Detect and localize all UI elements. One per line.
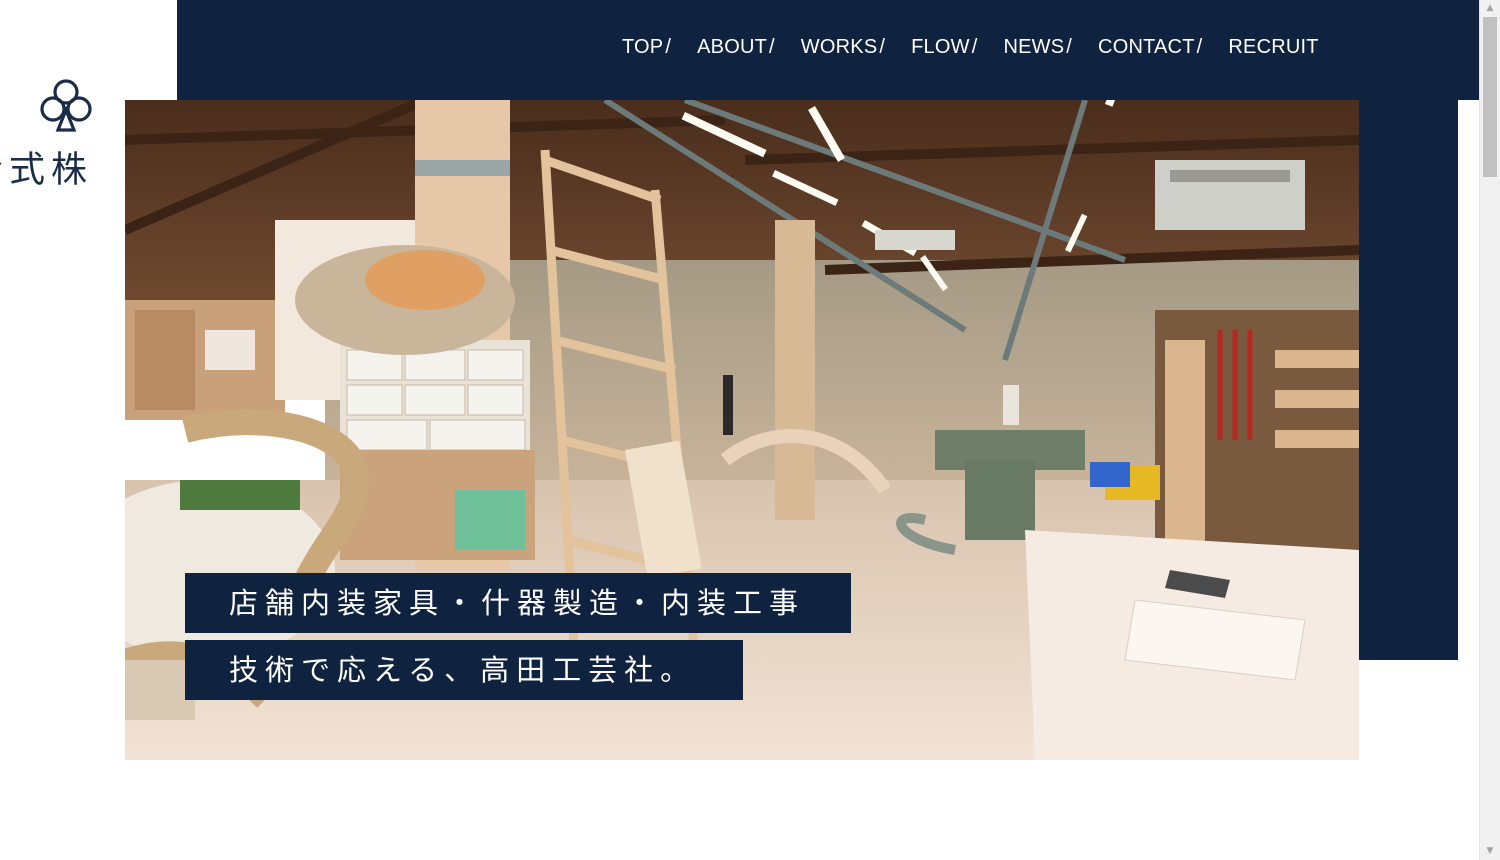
triangle-down-icon[interactable]: ▼ [1480,843,1500,860]
company-name: 株式会社高田工芸社 [0,150,86,186]
nav-separator: / [1196,36,1203,58]
nav-about[interactable]: ABOUT / [697,36,775,59]
nav-flow-label: FLOW [911,36,970,58]
main-nav: TOP / ABOUT / WORKS / FLOW / NEWS / CONTACT / … [622,36,1319,59]
nav-recruit-label: RECRUIT [1228,36,1319,58]
nav-about-label: ABOUT [697,36,768,58]
company-logo[interactable]: 株式会社高田工芸社 [0,76,96,186]
nav-top-label: TOP [622,36,664,58]
nav-separator: / [1066,36,1073,58]
nav-works[interactable]: WORKS / [801,36,885,59]
nav-separator: / [879,36,886,58]
nav-flow[interactable]: FLOW / [911,36,977,59]
nav-contact[interactable]: CONTACT / [1098,36,1202,59]
nav-news[interactable]: NEWS / [1003,36,1072,59]
page-scrollbar[interactable]: ▲ ▼ [1479,0,1500,860]
nav-top[interactable]: TOP / [622,36,671,59]
nav-separator: / [769,36,775,58]
nav-works-label: WORKS [800,36,878,58]
nav-separator: / [665,36,672,58]
hero-tagline-2: 技術で応える、高田工芸社。 [185,640,743,700]
page: TOP / ABOUT / WORKS / FLOW / NEWS / CONTACT / … [0,0,1500,860]
club-trefoil-icon [40,79,92,132]
scrollbar-thumb[interactable] [1483,17,1497,177]
triangle-up-icon[interactable]: ▲ [1480,0,1500,17]
nav-news-label: NEWS [1003,36,1065,58]
nav-recruit[interactable]: RECRUIT [1228,36,1318,59]
hero-tagline-1: 店舗内装家具・什器製造・内装工事 [185,573,851,633]
nav-separator: / [971,36,978,58]
nav-contact-label: CONTACT [1098,36,1195,58]
